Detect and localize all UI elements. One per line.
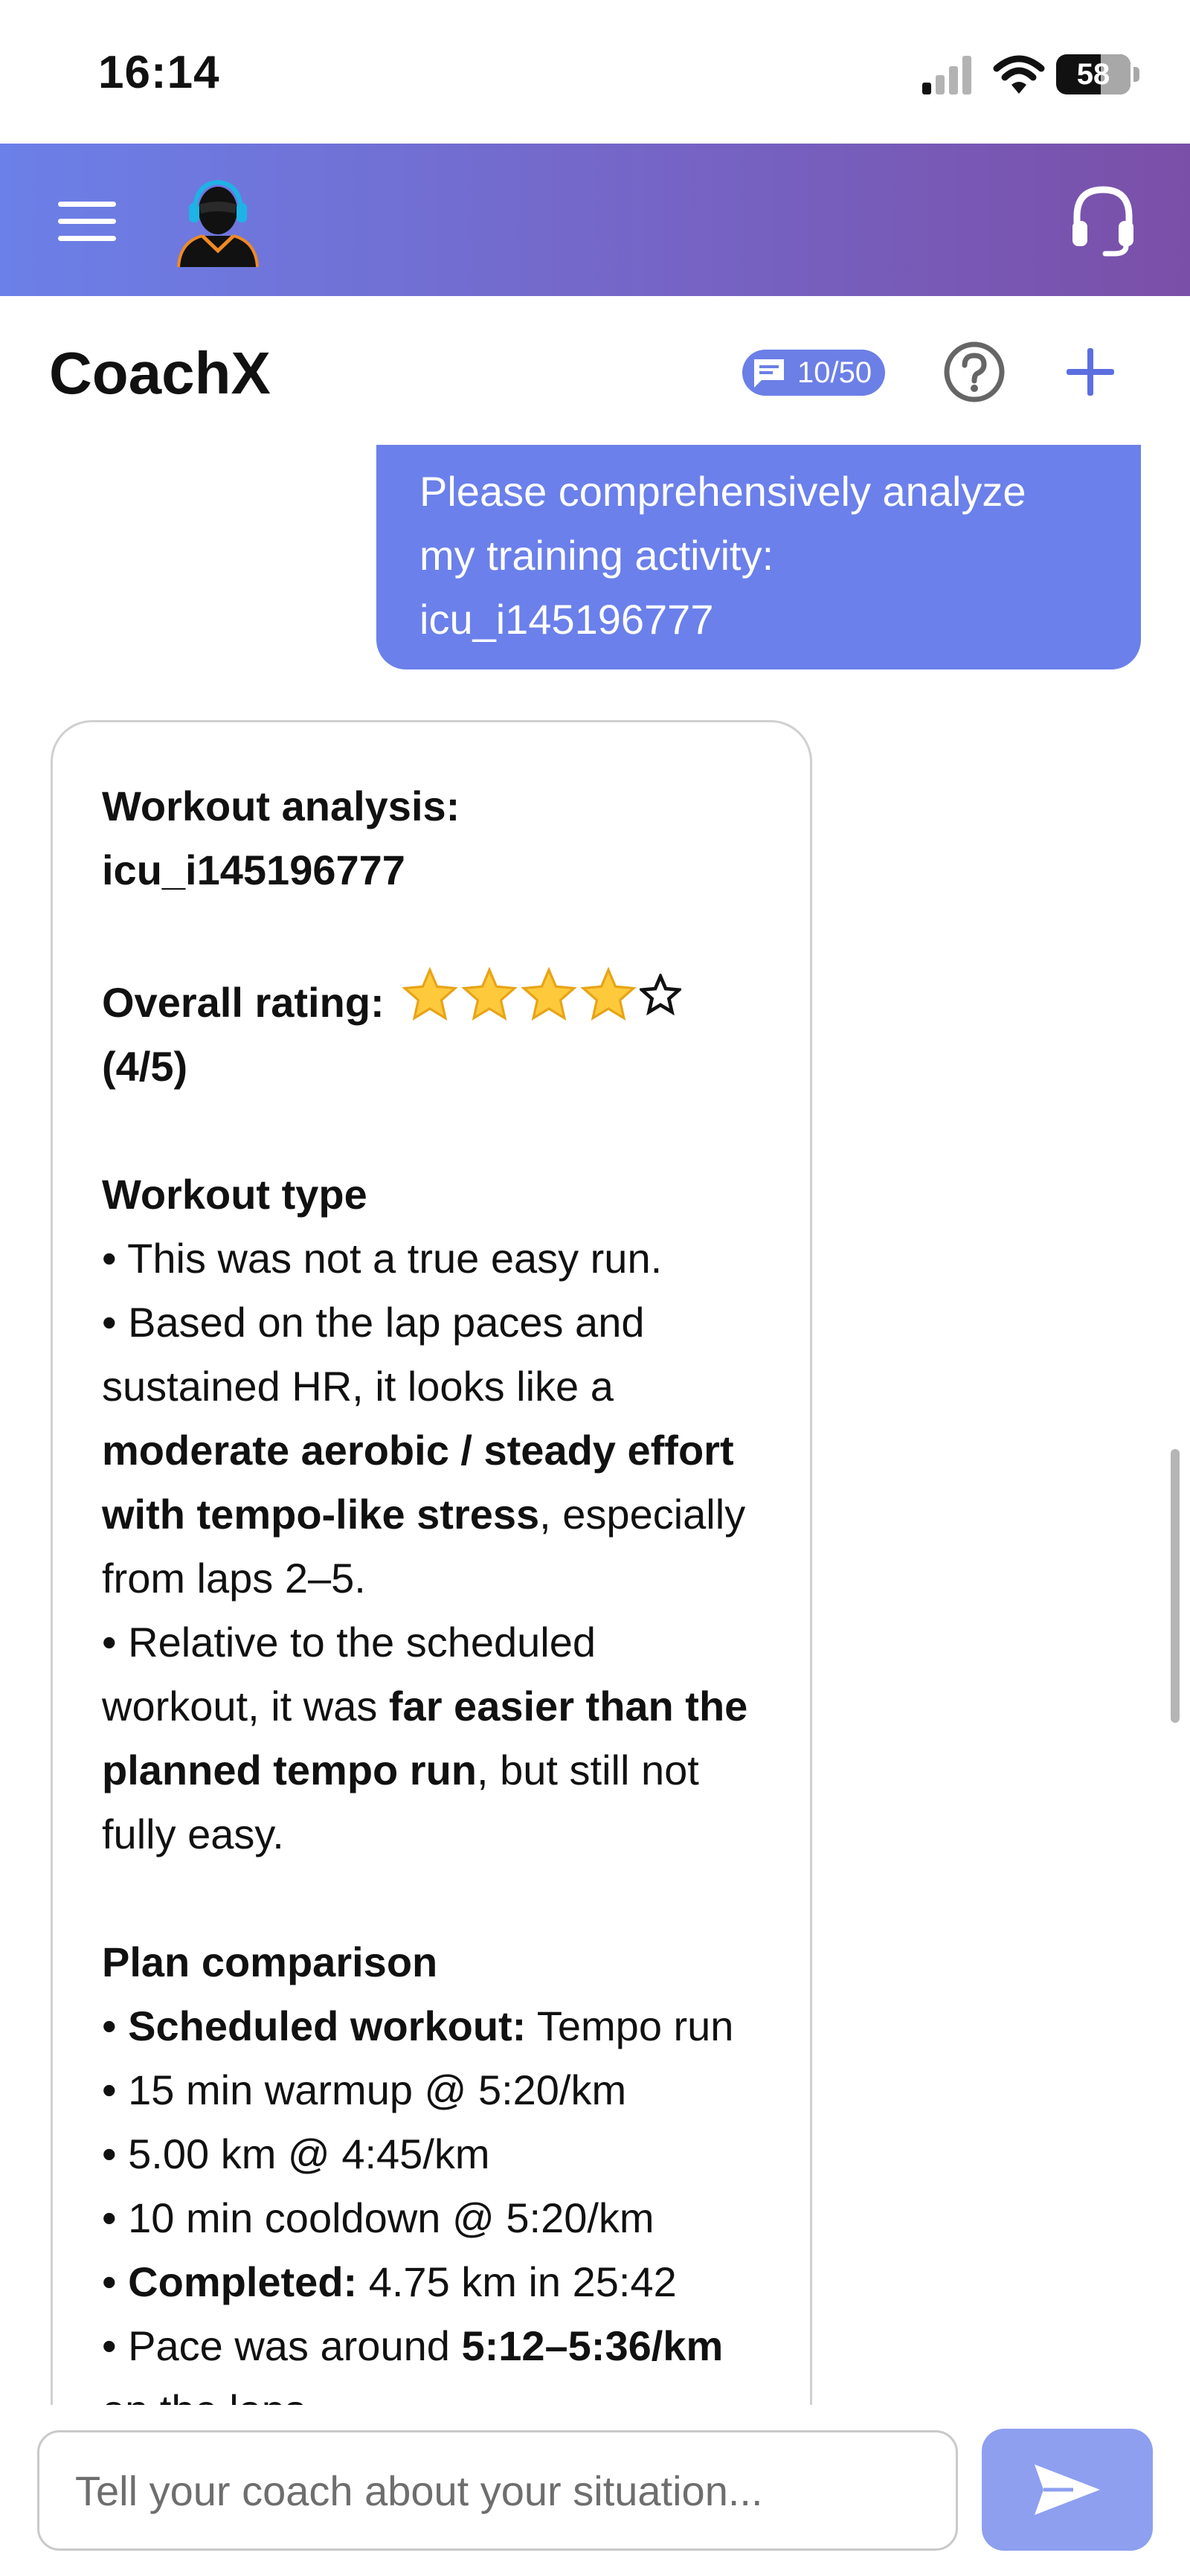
- pace-text: • Pace was around: [102, 2322, 462, 2369]
- bullet-continuation: , but still not: [477, 1747, 699, 1793]
- bullet: • Based on the lap paces and: [102, 1299, 645, 1346]
- plan-item: • 15 min warmup @ 5:20/km: [102, 2066, 627, 2113]
- message-input[interactable]: [37, 2430, 958, 2551]
- pace-range: 5:12–5:36/km: [461, 2322, 724, 2369]
- rating-text: (4/5): [102, 1043, 188, 1090]
- star-filled-icon: [580, 966, 637, 1021]
- message-count: 10/50: [797, 356, 872, 389]
- rating-stars: [402, 966, 682, 1023]
- status-bar: 16:14 58: [0, 0, 1190, 144]
- bold-phrase: with tempo-like stress: [102, 1491, 540, 1538]
- plan-comparison-heading: Plan comparison: [102, 1939, 438, 1985]
- rating-label: Overall rating:: [102, 979, 385, 1026]
- completed-value: 4.75 km in 25:42: [357, 2258, 677, 2305]
- chat-icon: [754, 359, 784, 388]
- battery-level: 58: [1076, 57, 1110, 91]
- battery-nub: [1133, 67, 1139, 82]
- bold-phrase: far easier than the: [388, 1683, 748, 1729]
- battery-icon: 58: [1056, 54, 1130, 94]
- star-filled-icon: [521, 966, 577, 1021]
- title-row: CoachX 10/50: [0, 296, 1190, 445]
- completed-label: Completed:: [128, 2258, 358, 2305]
- send-button[interactable]: [982, 2429, 1153, 2551]
- star-filled-icon: [402, 966, 458, 1021]
- chat-scrollbar[interactable]: [1171, 1449, 1180, 1723]
- app-header: [0, 144, 1190, 296]
- star-empty-icon: [640, 974, 682, 1015]
- help-icon[interactable]: [943, 341, 1006, 403]
- bold-phrase: moderate aerobic / steady effort: [102, 1427, 734, 1474]
- coach-message-bubble: Workout analysis: icu_i145196777 Overall…: [51, 720, 812, 2405]
- bullet: • This was not a true easy run.: [102, 1235, 663, 1282]
- signal-icon: [922, 56, 971, 94]
- bullet: • Relative to the scheduled: [102, 1619, 596, 1666]
- user-message-line: Please comprehensively analyze: [419, 468, 1026, 515]
- coach-avatar: [177, 179, 259, 267]
- wifi-icon: [993, 55, 1045, 94]
- activity-id: icu_i145196777: [102, 847, 405, 893]
- send-icon: [1035, 2464, 1100, 2515]
- scheduled-label: Scheduled workout:: [128, 2002, 527, 2049]
- status-time: 16:14: [98, 47, 220, 98]
- headset-icon[interactable]: [1070, 182, 1136, 257]
- composer: [0, 2405, 1190, 2576]
- bullet-continuation: sustained HR, it looks like a: [102, 1363, 614, 1410]
- analysis-heading: Workout analysis:: [102, 783, 460, 829]
- user-message-bubble: Please comprehensively analyze my traini…: [376, 445, 1141, 669]
- scheduled-value: Tempo run: [526, 2002, 734, 2049]
- bullet-continuation: , especially: [539, 1491, 746, 1538]
- workout-type-heading: Workout type: [102, 1171, 367, 1218]
- message-counter-badge: 10/50: [742, 350, 886, 396]
- user-message-line: icu_i145196777: [419, 596, 714, 643]
- plan-item: • 5.00 km @ 4:45/km: [102, 2130, 490, 2177]
- star-filled-icon: [461, 966, 518, 1021]
- plus-icon[interactable]: [1061, 342, 1120, 402]
- page-title: CoachX: [49, 340, 271, 406]
- pace-continuation: on the laps.: [102, 2378, 761, 2405]
- bullet-continuation: from laps 2–5.: [102, 1555, 366, 1602]
- plan-item: • 10 min cooldown @ 5:20/km: [102, 2194, 654, 2241]
- bullet-continuation: workout, it was: [102, 1683, 389, 1729]
- user-message-line: my training activity:: [419, 532, 774, 579]
- menu-icon[interactable]: [58, 202, 116, 242]
- chat-thread[interactable]: Please comprehensively analyze my traini…: [0, 445, 1190, 2405]
- bold-phrase: planned tempo run: [102, 1747, 477, 1793]
- bullet-continuation: fully easy.: [102, 1811, 284, 1857]
